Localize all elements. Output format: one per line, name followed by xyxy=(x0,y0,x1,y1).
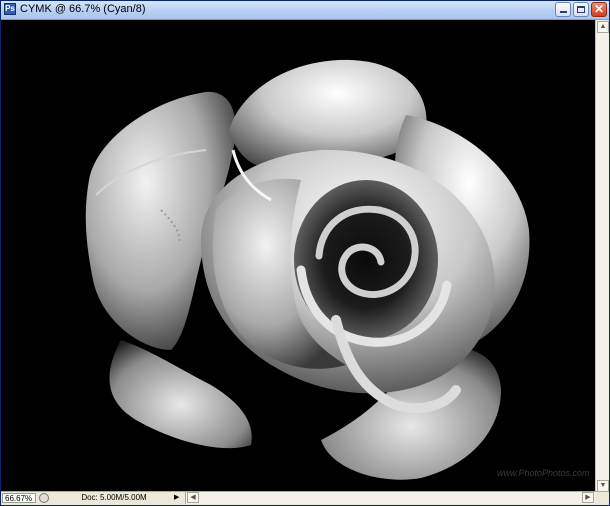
zoom-field[interactable]: 66.67% xyxy=(2,493,36,503)
window-title: CYMK @ 66.7% (Cyan/8) xyxy=(20,3,146,15)
vertical-scrollbar[interactable]: ▲ ▼ xyxy=(595,20,609,493)
title-bar[interactable]: Ps CYMK @ 66.7% (Cyan/8) ✕ xyxy=(1,1,609,20)
image-canvas[interactable]: www.PhotoPhotos.com xyxy=(1,20,595,493)
photoshop-icon: Ps xyxy=(4,3,16,15)
minimize-button[interactable] xyxy=(555,2,571,17)
minimize-icon xyxy=(560,11,567,13)
scroll-up-icon[interactable]: ▲ xyxy=(597,21,609,33)
maximize-button[interactable] xyxy=(573,2,589,17)
close-button[interactable]: ✕ xyxy=(591,2,607,17)
scroll-right-icon[interactable]: ▶ xyxy=(582,492,594,503)
resize-grip[interactable] xyxy=(595,492,609,505)
horizontal-scrollbar[interactable]: ◀ ▶ xyxy=(185,492,595,504)
maximize-icon xyxy=(577,6,585,13)
status-info-icon[interactable] xyxy=(39,493,49,503)
document-size: Doc: 5.00M/5.00M xyxy=(81,493,147,502)
close-icon: ✕ xyxy=(593,2,605,16)
status-menu-arrow-icon[interactable]: ▶ xyxy=(174,493,183,503)
watermark-text: www.PhotoPhotos.com xyxy=(497,468,590,478)
status-bar: 66.67% Doc: 5.00M/5.00M ▶ ◀ ▶ xyxy=(1,491,609,505)
scroll-left-icon[interactable]: ◀ xyxy=(187,492,199,503)
rose-image: www.PhotoPhotos.com xyxy=(1,20,595,493)
document-window: Ps CYMK @ 66.7% (Cyan/8) ✕ www.PhotoPhot… xyxy=(0,0,610,506)
